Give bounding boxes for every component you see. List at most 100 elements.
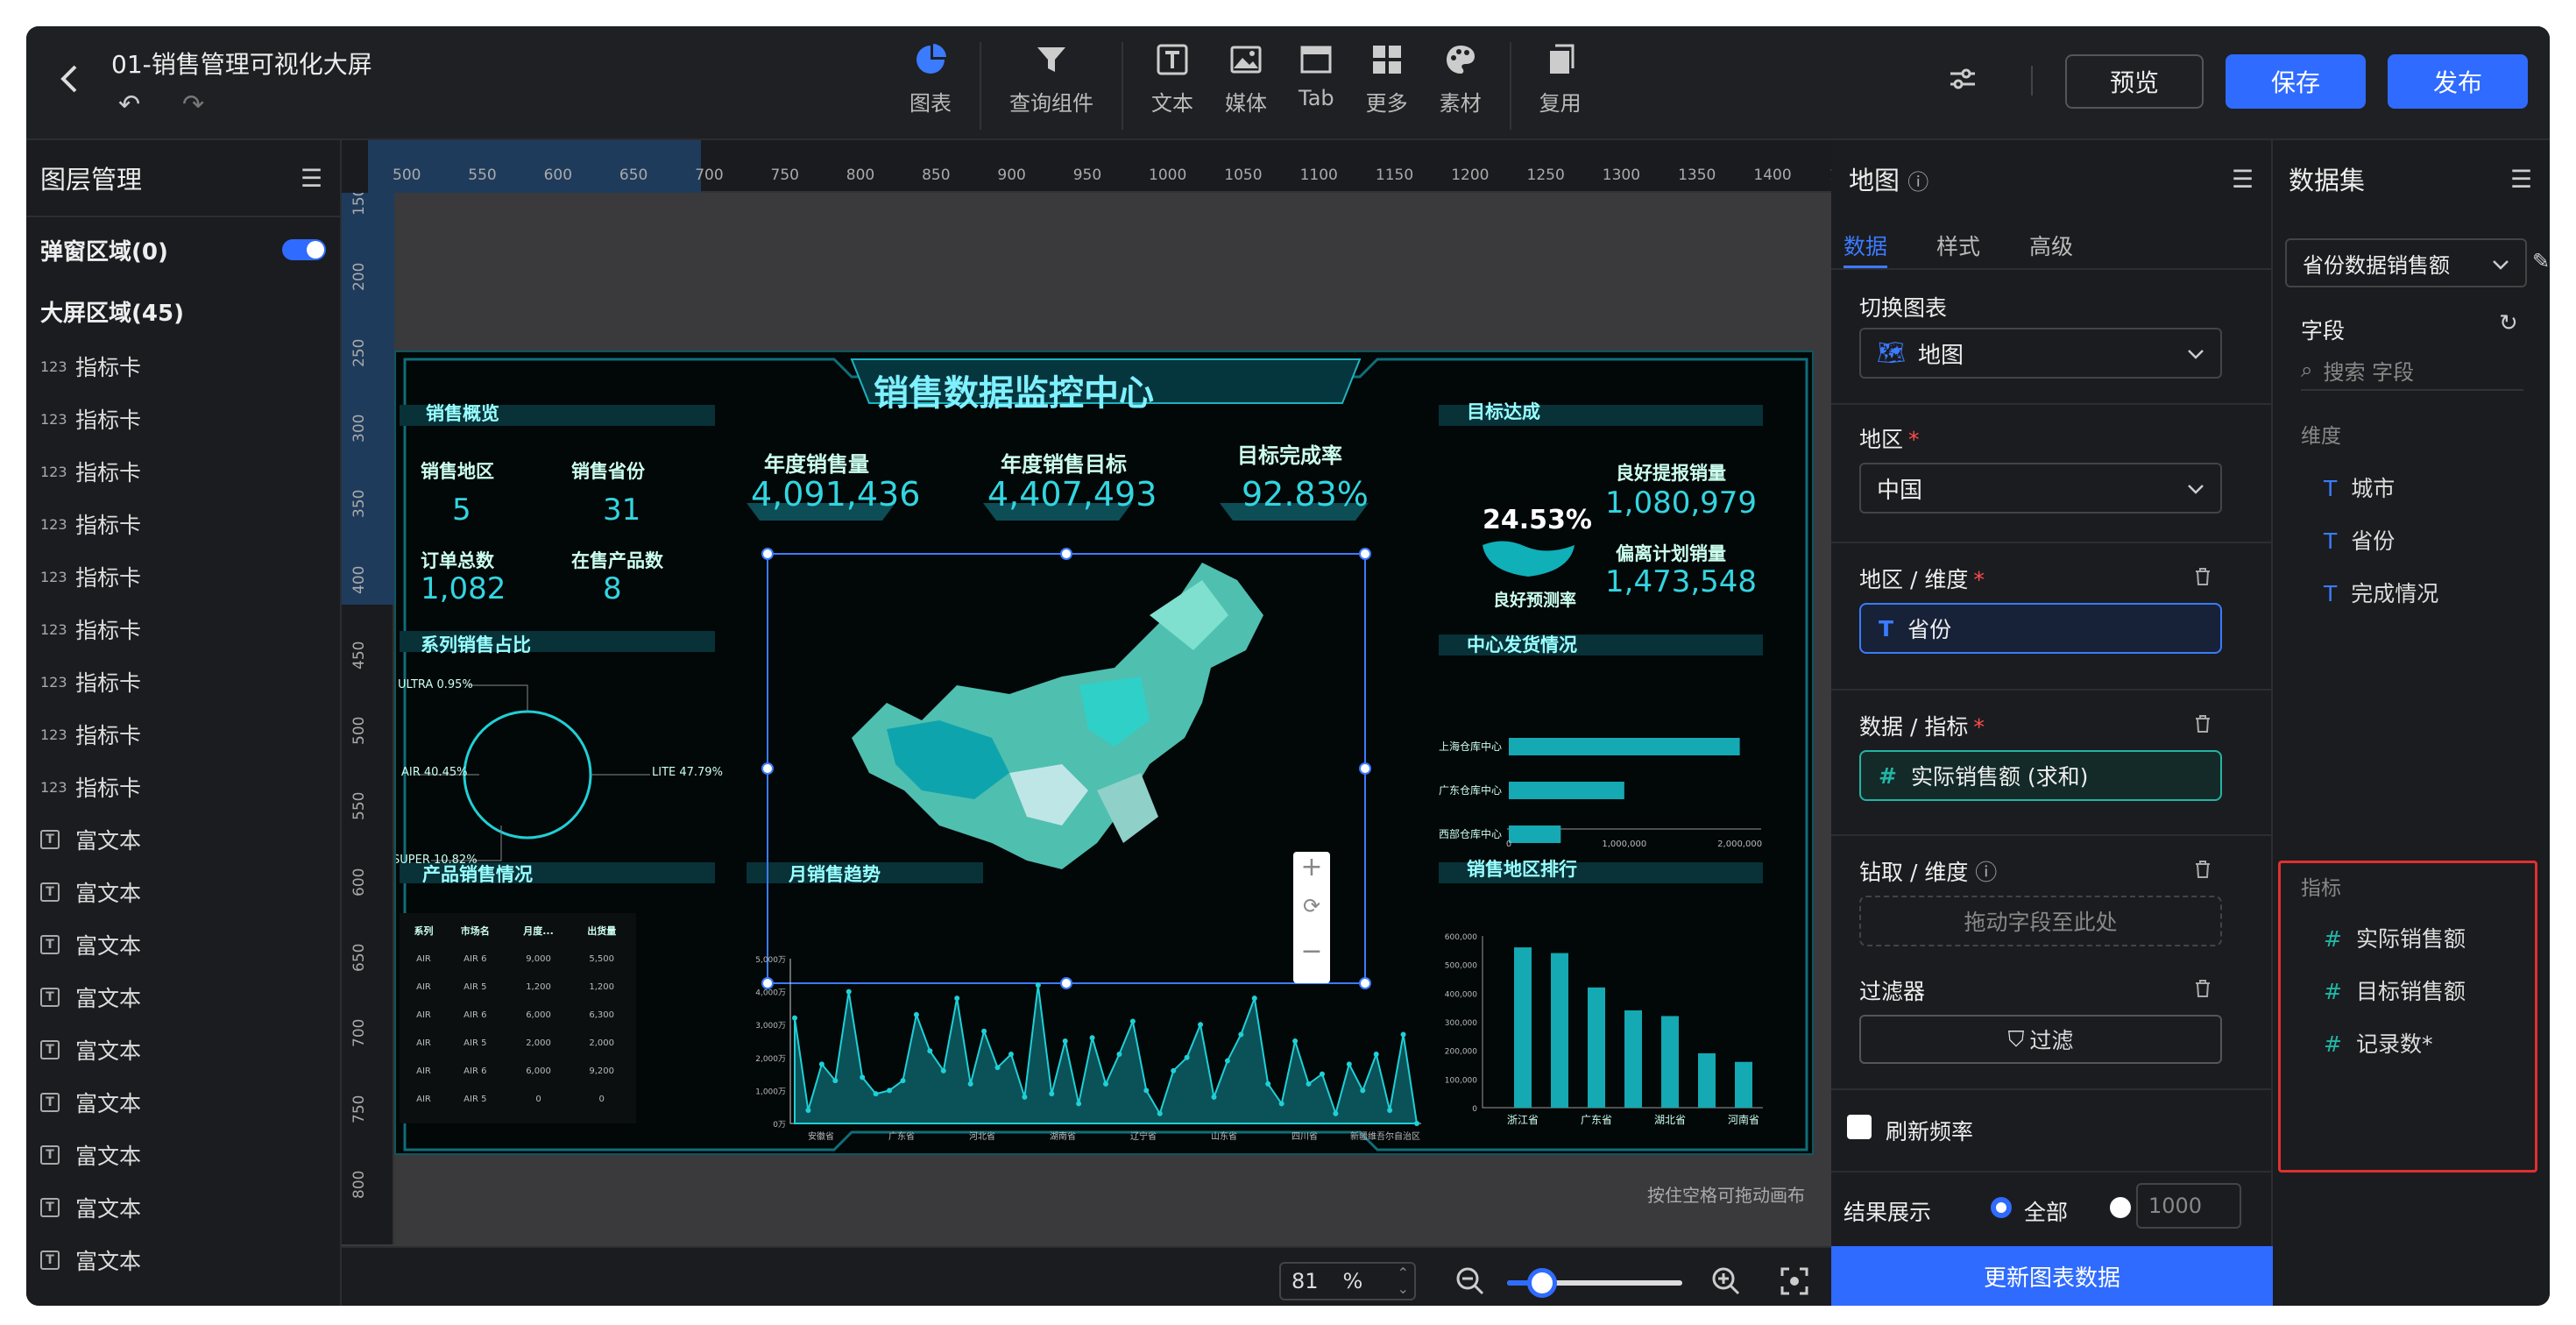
dimension-field[interactable]: T 省份 — [2324, 524, 2395, 556]
tool-chart[interactable]: 图表 — [894, 42, 981, 130]
update-chart-button[interactable]: 更新图表数据 — [1831, 1246, 2273, 1306]
sliders-icon[interactable] — [1945, 61, 1980, 96]
layer-item[interactable]: T 富文本 — [26, 813, 340, 866]
trash-icon[interactable] — [2192, 978, 2213, 999]
zoom-out-icon[interactable] — [1454, 1265, 1486, 1297]
layer-item[interactable]: T 富文本 — [26, 1181, 340, 1234]
horizontal-ruler[interactable]: 500 550 600 650 700 750 800 850 900 950 1000 1050 11… — [368, 140, 1867, 193]
layer-item[interactable]: 123 指标卡 — [26, 550, 340, 603]
tool-label: 文本 — [1151, 91, 1193, 116]
layer-item[interactable]: T 富文本 — [26, 1129, 340, 1181]
layer-item[interactable]: 123 指标卡 — [26, 498, 340, 550]
layer-item[interactable]: 123 指标卡 — [26, 655, 340, 708]
layer-item[interactable]: T 富文本 — [26, 1024, 340, 1076]
monthly-point — [805, 1107, 811, 1113]
dimension-field-pill[interactable]: T 省份 — [1859, 603, 2222, 654]
menu-icon[interactable]: ☰ — [2510, 165, 2532, 194]
result-all-radio[interactable] — [1991, 1197, 2012, 1218]
layer-item[interactable]: 123 指标卡 — [26, 761, 340, 813]
tool-material[interactable]: 素材 — [1424, 42, 1511, 130]
zoom-in-icon[interactable] — [1710, 1265, 1742, 1297]
vertical-ruler[interactable]: 150 200 250 300 350 400 450 500 550 600 650 700 750 8… — [342, 188, 394, 1274]
trash-icon[interactable] — [2192, 713, 2213, 734]
info-icon[interactable]: ⓘ — [1907, 170, 1928, 195]
map-zoom-out-button[interactable]: − — [1293, 936, 1330, 978]
publish-button[interactable]: 发布 — [2388, 54, 2528, 109]
menu-icon[interactable]: ☰ — [301, 164, 322, 193]
layer-item[interactable]: 123 指标卡 — [26, 708, 340, 761]
trash-icon[interactable] — [2192, 566, 2213, 587]
page-title: 01-销售管理可视化大屏 — [111, 50, 372, 79]
tool-media[interactable]: 媒体 — [1209, 42, 1283, 130]
tool-reuse[interactable]: 复用 — [1524, 42, 1597, 130]
menu-icon[interactable]: ☰ — [2232, 165, 2254, 194]
field-search[interactable]: ⌕ 搜索 字段 — [2301, 351, 2523, 391]
screen-section[interactable]: 大屏区域(45) — [26, 282, 340, 340]
canvas-area[interactable]: 500 550 600 650 700 750 800 850 900 950 1000 1050 11… — [342, 140, 1867, 1306]
layer-item[interactable]: T 富文本 — [26, 918, 340, 971]
measure-field-pill[interactable]: # 实际销售额 (求和) — [1859, 750, 2222, 801]
annual-sales-label: 年度销售量 — [764, 452, 869, 477]
tool-more[interactable]: 更多 — [1350, 42, 1424, 130]
drill-drop-zone[interactable]: 拖动字段至此处 — [1859, 896, 2222, 946]
tab-data[interactable]: 数据 — [1844, 217, 1888, 268]
chart-type-select[interactable]: 🗺 地图 — [1859, 328, 2222, 379]
dashboard-screen[interactable]: 5,000万 4,000万 3,000万 2,000万 1,000万 0万 安徽省 广东省 河北… — [394, 351, 1814, 1155]
text-type-icon: T — [2324, 528, 2338, 554]
edit-icon[interactable]: ✎ — [2532, 249, 2550, 273]
ruler-tick-label: 800 — [846, 167, 875, 184]
region-rank-xtick-label: 广东省 — [1581, 1114, 1612, 1126]
stepper-icon[interactable]: ⌃ ⌄ — [1398, 1265, 1409, 1297]
tool-query[interactable]: 查询组件 — [994, 42, 1123, 130]
ruler-tick-label: 200 — [350, 262, 368, 292]
required-mark: * — [1973, 567, 1985, 592]
zoom-slider-knob[interactable] — [1527, 1268, 1557, 1298]
back-arrow-icon[interactable] — [53, 61, 88, 96]
region-select[interactable]: 中国 — [1859, 463, 2222, 514]
measure-field[interactable]: # 记录数* — [2324, 1027, 2432, 1059]
overview-title: 销售概览 — [426, 403, 499, 424]
refresh-icon[interactable]: ↻ — [2499, 310, 2518, 337]
layer-item-label: 富文本 — [75, 1249, 142, 1274]
measure-field[interactable]: # 实际销售额 — [2324, 922, 2466, 953]
layer-item[interactable]: 123 指标卡 — [26, 445, 340, 498]
ruler-tick-label: 750 — [770, 167, 799, 184]
layer-item[interactable]: T 富文本 — [26, 1076, 340, 1129]
save-button[interactable]: 保存 — [2226, 54, 2366, 109]
series-air: AIR 40.45% — [401, 766, 468, 779]
dim-label-text: 地区 / 维度 — [1859, 567, 1969, 592]
required-mark: * — [1908, 427, 1920, 452]
result-limit-radio[interactable] — [2110, 1197, 2131, 1218]
tool-text[interactable]: 文本 — [1136, 42, 1209, 130]
layer-item[interactable]: T 富文本 — [26, 866, 340, 918]
layer-item[interactable]: 123 指标卡 — [26, 340, 340, 393]
filter-button[interactable]: ⛉ 过滤 — [1859, 1015, 2222, 1064]
info-icon[interactable]: ⓘ — [1975, 860, 1997, 885]
monthly-point — [1400, 1031, 1406, 1038]
undo-icon[interactable]: ↶ — [118, 89, 140, 120]
map-zoom-in-button[interactable]: + — [1293, 852, 1330, 894]
tab-advanced[interactable]: 高级 — [2029, 217, 2073, 268]
dimension-field[interactable]: T 完成情况 — [2324, 577, 2438, 608]
layer-item[interactable]: T 富文本 — [26, 971, 340, 1024]
redo-icon[interactable]: ↷ — [182, 89, 204, 120]
trash-icon[interactable] — [2192, 859, 2213, 880]
fit-screen-icon[interactable] — [1779, 1265, 1810, 1297]
tab-style[interactable]: 样式 — [1936, 217, 1980, 268]
layer-item[interactable]: 123 指标卡 — [26, 603, 340, 655]
map-reset-button[interactable]: ⟳ — [1293, 894, 1330, 936]
dimension-field[interactable]: T 城市 — [2324, 471, 2395, 503]
popup-section[interactable]: 弹窗区域(0) — [26, 217, 340, 282]
result-limit-input[interactable]: 1000 — [2136, 1183, 2241, 1229]
preview-button[interactable]: 预览 — [2065, 54, 2204, 109]
popup-toggle[interactable] — [282, 239, 326, 260]
refresh-checkbox[interactable] — [1847, 1115, 1872, 1139]
measure-field[interactable]: # 目标销售额 — [2324, 974, 2466, 1006]
zoom-slider[interactable] — [1507, 1268, 1682, 1298]
layer-item-label: 指标卡 — [75, 407, 142, 433]
zoom-input[interactable]: 81 % ⌃ ⌄ — [1279, 1262, 1416, 1300]
tool-tab[interactable]: Tab — [1283, 42, 1350, 130]
dataset-select[interactable]: 省份数据销售额 — [2285, 238, 2527, 287]
layer-item[interactable]: 123 指标卡 — [26, 393, 340, 445]
layer-item[interactable]: T 富文本 — [26, 1234, 340, 1286]
